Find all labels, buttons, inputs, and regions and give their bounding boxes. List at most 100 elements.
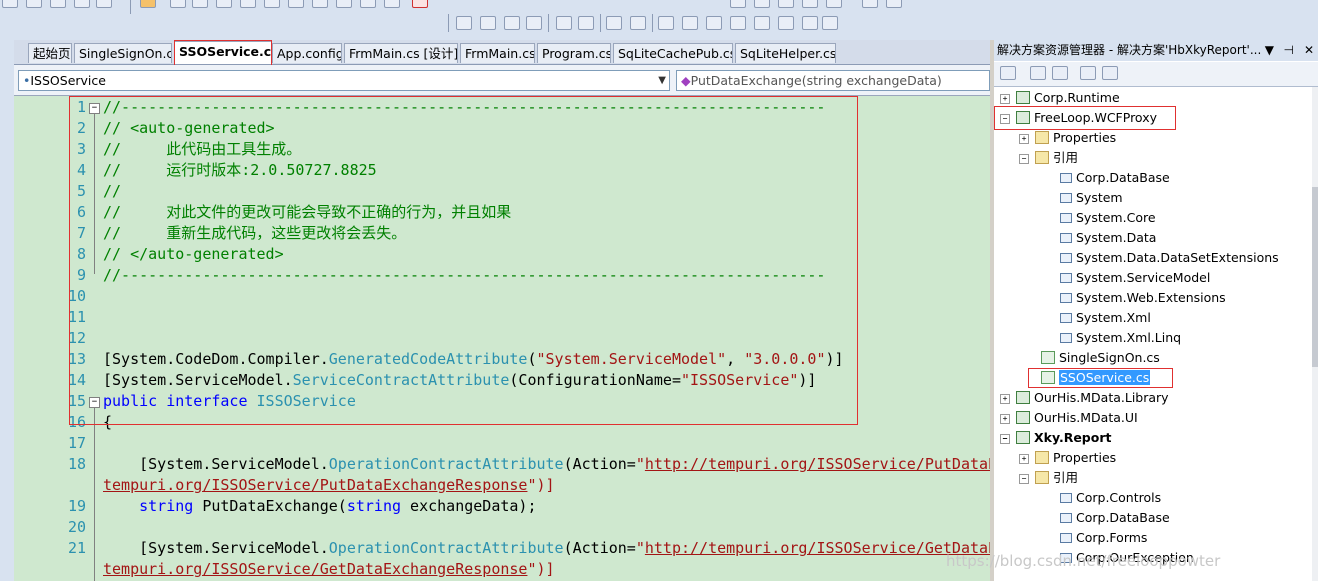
code-editor[interactable]: − − 1 //---------------------------------…	[14, 96, 990, 581]
tree-item-folder[interactable]: − 引用	[1019, 468, 1078, 488]
comment-icon[interactable]	[606, 16, 622, 30]
fold-toggle-icon[interactable]: −	[89, 103, 100, 114]
bookmark-icon[interactable]	[658, 16, 674, 30]
bookmark-icon[interactable]	[706, 16, 722, 30]
toolbar-button-icon[interactable]	[50, 0, 66, 8]
tree-item-reference[interactable]: System.Data.DataSetExtensions	[1060, 248, 1279, 268]
tab-singlesignon[interactable]: SingleSignOn.cs	[74, 43, 172, 63]
tree-item-file[interactable]: SingleSignOn.cs	[1041, 348, 1160, 368]
refresh-icon[interactable]	[1052, 66, 1068, 80]
close-icon[interactable]: ✕	[1304, 40, 1314, 61]
toolbar-button-icon[interactable]	[862, 0, 878, 8]
url-link[interactable]: http://tempuri.org/ISSOService/PutDataE	[645, 455, 990, 473]
expand-icon[interactable]: +	[1000, 414, 1010, 424]
left-toolbox-strip[interactable]	[0, 40, 15, 581]
show-all-files-icon[interactable]	[1030, 66, 1046, 80]
toolbar-button-icon[interactable]	[730, 0, 746, 8]
toolbar-button-icon[interactable]	[778, 0, 794, 8]
toolbar-button-icon[interactable]	[96, 0, 112, 8]
toolbar-button-icon[interactable]	[2, 0, 18, 8]
toolbar-button-icon[interactable]	[754, 0, 770, 8]
tree-item-project[interactable]: − FreeLoop.WCFProxy	[1000, 108, 1157, 128]
tree-item-reference[interactable]: System.Data	[1060, 228, 1156, 248]
tree-item-folder[interactable]: − 引用	[1019, 148, 1078, 168]
bookmark-icon[interactable]	[778, 16, 794, 30]
type-combo[interactable]: •ISSOService ▼	[18, 70, 670, 91]
indent-icon[interactable]	[556, 16, 572, 30]
url-link[interactable]: http://tempuri.org/ISSOService/GetDataE	[645, 539, 990, 557]
expand-icon[interactable]: +	[1019, 454, 1029, 464]
tree-item-reference[interactable]: Corp.DataBase	[1060, 168, 1170, 188]
bookmark-icon[interactable]	[822, 16, 838, 30]
toolbar-button-icon[interactable]	[26, 0, 42, 8]
tree-item-project[interactable]: + Corp.Runtime	[1000, 88, 1120, 108]
tree-item-file-selected[interactable]: SSOService.cs	[1041, 368, 1151, 388]
tree-item-reference[interactable]: Corp.Controls	[1060, 488, 1161, 508]
tree-item-reference[interactable]: System.ServiceModel	[1060, 268, 1210, 288]
collapse-icon[interactable]: −	[1000, 114, 1010, 124]
align-icon[interactable]	[504, 16, 520, 30]
tree-item-project[interactable]: + OurHis.MData.UI	[1000, 408, 1138, 428]
chevron-down-icon[interactable]: ▼	[1265, 40, 1274, 61]
outdent-icon[interactable]	[578, 16, 594, 30]
align-icon[interactable]	[456, 16, 472, 30]
toolbar-button-icon[interactable]	[240, 0, 256, 8]
tab-start-page[interactable]: 起始页	[28, 43, 72, 63]
toolbar-button-icon[interactable]	[384, 0, 400, 8]
align-icon[interactable]	[480, 16, 496, 30]
bookmark-icon[interactable]	[682, 16, 698, 30]
expand-icon[interactable]: +	[1000, 94, 1010, 104]
properties-icon[interactable]	[1000, 66, 1016, 80]
bookmark-icon[interactable]	[730, 16, 746, 30]
tree-item-folder[interactable]: + Properties	[1019, 448, 1116, 468]
bookmark-icon[interactable]	[802, 16, 818, 30]
toolbar-button-icon[interactable]	[826, 0, 842, 8]
tree-item-reference[interactable]: Corp.DataBase	[1060, 508, 1170, 528]
tree-item-folder[interactable]: + Properties	[1019, 128, 1116, 148]
tab-frmmain[interactable]: FrmMain.cs	[460, 43, 535, 63]
member-combo[interactable]: ◆PutDataExchange(string exchangeData)	[676, 70, 990, 91]
tab-frmmain-design[interactable]: FrmMain.cs [设计]	[344, 43, 458, 63]
tree-item-startup-project[interactable]: − Xky.Report	[1000, 428, 1111, 448]
tab-sqlitehelper[interactable]: SqLiteHelper.cs	[735, 43, 836, 63]
vertical-scrollbar[interactable]	[1312, 87, 1318, 581]
toolbar-button-icon[interactable]	[360, 0, 376, 8]
toolbar-button-icon[interactable]	[170, 0, 186, 8]
uncomment-icon[interactable]	[630, 16, 646, 30]
expand-icon[interactable]: +	[1000, 394, 1010, 404]
toolbar-button-icon[interactable]	[264, 0, 280, 8]
tree-item-reference[interactable]: System.Core	[1060, 208, 1156, 228]
tree-item-reference[interactable]: System	[1060, 188, 1123, 208]
tab-ssoservice[interactable]: SSOService.cs	[174, 41, 272, 64]
toolbar-button-icon[interactable]	[288, 0, 304, 8]
bookmark-icon[interactable]	[754, 16, 770, 30]
toolbar-button-icon[interactable]	[74, 0, 90, 8]
collapse-icon[interactable]: −	[1019, 474, 1029, 484]
tree-item-reference[interactable]: Corp.Forms	[1060, 528, 1147, 548]
pin-icon[interactable]: ⊣	[1284, 40, 1294, 61]
expand-icon[interactable]: +	[1019, 134, 1029, 144]
scrollbar-thumb[interactable]	[1312, 187, 1318, 367]
tree-item-reference[interactable]: System.Xml.Linq	[1060, 328, 1181, 348]
url-link[interactable]: tempuri.org/ISSOService/PutDataExchangeR…	[103, 476, 527, 494]
check-icon[interactable]	[412, 0, 428, 8]
toolbar-button-icon[interactable]	[216, 0, 232, 8]
tree-item-reference[interactable]: System.Web.Extensions	[1060, 288, 1226, 308]
collapse-icon[interactable]: −	[1000, 434, 1010, 444]
toolbar-button-icon[interactable]	[140, 0, 156, 8]
fold-toggle-icon[interactable]: −	[89, 397, 100, 408]
tab-sqlitecachepub[interactable]: SqLiteCachePub.cs	[613, 43, 733, 63]
toolbar-button-icon[interactable]	[312, 0, 328, 8]
class-diagram-icon[interactable]	[1102, 66, 1118, 80]
tree-item-project[interactable]: + OurHis.MData.Library	[1000, 388, 1169, 408]
toolbar-button-icon[interactable]	[336, 0, 352, 8]
toolbar-button-icon[interactable]	[802, 0, 818, 8]
chevron-down-icon[interactable]: ▼	[658, 71, 666, 90]
toolbar-button-icon[interactable]	[886, 0, 902, 8]
url-link[interactable]: tempuri.org/ISSOService/GetDataExchangeR…	[103, 560, 527, 578]
font-size-icon[interactable]	[526, 16, 542, 30]
tab-app-config[interactable]: App.config	[272, 43, 342, 63]
view-code-icon[interactable]	[1080, 66, 1096, 80]
toolbar-button-icon[interactable]	[192, 0, 208, 8]
tab-program[interactable]: Program.cs	[537, 43, 611, 63]
